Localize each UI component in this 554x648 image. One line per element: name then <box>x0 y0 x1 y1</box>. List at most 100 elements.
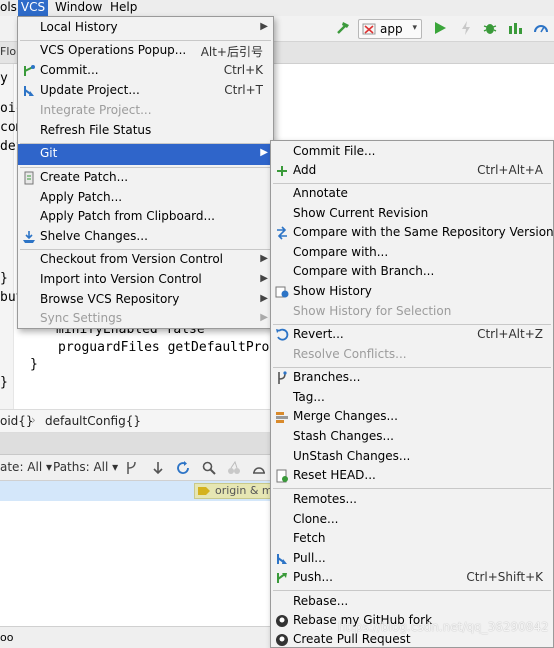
menu-item-show-history-for-selection[interactable]: Show History for Selection <box>271 302 553 322</box>
submenu-arrow-icon: ▶ <box>260 293 268 304</box>
menu-item-push[interactable]: Push... Ctrl+Shift+K <box>271 568 553 588</box>
menu-item-sync-settings[interactable]: Sync Settings ▶ <box>18 309 273 329</box>
menu-item-label: Compare with Branch... <box>293 264 435 278</box>
menu-item-local-history[interactable]: Local History ▶ <box>18 18 273 38</box>
menu-item-label: Browse VCS Repository <box>40 292 180 306</box>
menu-item-label: Remotes... <box>293 492 357 506</box>
menu-item-pull[interactable]: Pull... <box>271 549 553 569</box>
run-icon[interactable] <box>432 20 448 36</box>
menu-item-shelve-changes[interactable]: Shelve Changes... <box>18 227 273 247</box>
menu-item-label: Revert... <box>293 327 344 341</box>
menu-item-compare-with[interactable]: Compare with... <box>271 243 553 263</box>
vcs-menu: Local History ▶ VCS Operations Popup... … <box>17 16 274 329</box>
menu-item-vcs-operations-popup[interactable]: VCS Operations Popup... Alt+后引号 <box>18 41 273 61</box>
menu-item-show-current-revision[interactable]: Show Current Revision <box>271 204 553 224</box>
run-configuration-select[interactable]: app ▾ <box>358 19 422 39</box>
merge-icon <box>276 412 288 423</box>
reset-head-icon <box>276 469 288 483</box>
menu-item-show-history[interactable]: Show History <box>271 282 553 302</box>
menu-item-checkout-from-vcs[interactable]: Checkout from Version Control ▶ <box>18 250 273 270</box>
menu-item-apply-patch[interactable]: Apply Patch... <box>18 188 273 208</box>
submenu-arrow-icon: ▶ <box>260 312 268 323</box>
branch-graph-icon[interactable] <box>124 460 140 476</box>
menu-item-label: Annotate <box>293 186 348 200</box>
paths-filter[interactable]: Paths: All ▾ <box>53 460 118 474</box>
revert-icon <box>276 328 289 341</box>
menu-item-label: Compare with... <box>293 245 389 259</box>
menu-window[interactable]: Window <box>55 0 102 16</box>
menu-item-shortcut: Ctrl+Alt+A <box>477 163 543 177</box>
menu-item-compare-same-repo-version[interactable]: Compare with the Same Repository Version <box>271 223 554 243</box>
menu-item-import-into-vcs[interactable]: Import into Version Control ▶ <box>18 270 273 290</box>
menu-item-refresh-file-status[interactable]: Refresh File Status <box>18 121 273 141</box>
menu-item-compare-with-branch[interactable]: Compare with Branch... <box>271 262 553 282</box>
cherry-pick-icon[interactable] <box>226 460 242 476</box>
menu-separator <box>273 590 551 591</box>
submenu-arrow-icon: ▶ <box>260 147 268 158</box>
build-hammer-icon[interactable] <box>335 20 351 36</box>
menu-bar: ols VCS Window Help <box>0 0 554 16</box>
menu-item-label: Rebase... <box>293 594 349 608</box>
menu-item-unstash-changes[interactable]: UnStash Changes... <box>271 447 553 467</box>
menu-help[interactable]: Help <box>110 0 137 16</box>
menu-item-integrate-project[interactable]: Integrate Project... <box>18 101 273 121</box>
menu-item-label: Show History <box>293 284 372 298</box>
menu-item-label: Sync Settings <box>40 311 122 325</box>
menu-vcs[interactable]: VCS <box>18 0 48 16</box>
menu-item-update-project[interactable]: Update Project... Ctrl+T <box>18 81 273 101</box>
menu-item-merge-changes[interactable]: Merge Changes... <box>271 407 553 427</box>
menu-item-shortcut: Ctrl+K <box>223 63 263 77</box>
menu-item-commit[interactable]: Commit... Ctrl+K <box>18 61 273 81</box>
menu-item-label: Pull... <box>293 551 326 565</box>
menu-item-fetch[interactable]: Fetch <box>271 529 553 549</box>
menu-item-label: VCS Operations Popup... <box>40 43 187 57</box>
status-text: oo <box>0 631 14 644</box>
code-line-proguard: proguardFiles getDefaultProg <box>58 340 278 355</box>
date-filter[interactable]: ate: All ▾ <box>0 460 52 474</box>
patch-file-icon <box>24 171 34 185</box>
menu-item-resolve-conflicts[interactable]: Resolve Conflicts... <box>271 345 553 365</box>
shelve-icon <box>23 231 35 243</box>
arrow-down-icon[interactable] <box>150 460 166 476</box>
menu-item-commit-file[interactable]: Commit File... <box>271 142 553 162</box>
menu-item-label: Show Current Revision <box>293 206 429 220</box>
menu-item-browse-vcs-repository[interactable]: Browse VCS Repository ▶ <box>18 290 273 310</box>
menu-item-remotes[interactable]: Remotes... <box>271 490 553 510</box>
tab-flo[interactable]: Flo <box>0 45 16 58</box>
menu-item-annotate[interactable]: Annotate <box>271 184 553 204</box>
branches-icon <box>278 371 287 384</box>
menu-item-label: Update Project... <box>40 83 140 97</box>
refresh-icon[interactable] <box>175 460 191 476</box>
breadcrumb-item[interactable]: defaultConfig{} <box>45 414 141 428</box>
menu-item-add[interactable]: Add Ctrl+Alt+A <box>271 161 553 181</box>
menu-item-label: Merge Changes... <box>293 409 398 423</box>
github-icon <box>276 615 288 627</box>
menu-item-label: Apply Patch from Clipboard... <box>40 209 215 223</box>
menu-item-revert[interactable]: Revert... Ctrl+Alt+Z <box>271 325 553 345</box>
menu-item-label: Add <box>293 163 317 177</box>
menu-tools[interactable]: ols <box>0 0 17 16</box>
branch-label-text: origin & m <box>215 484 273 497</box>
menu-item-label: Apply Patch... <box>40 190 123 204</box>
menu-item-branches[interactable]: Branches... <box>271 368 553 388</box>
menu-item-git[interactable]: Git ▶ <box>18 144 273 165</box>
menu-item-label: Git <box>40 146 58 160</box>
menu-item-rebase[interactable]: Rebase... <box>271 592 553 612</box>
breadcrumb-item[interactable]: oid{} <box>0 414 34 428</box>
code-line-brace: } <box>30 357 38 372</box>
apply-changes-icon[interactable] <box>458 20 474 36</box>
menu-item-label: Refresh File Status <box>40 123 152 137</box>
menu-item-create-patch[interactable]: Create Patch... <box>18 168 273 188</box>
menu-item-clone[interactable]: Clone... <box>271 510 553 530</box>
intellisort-icon[interactable] <box>251 460 267 476</box>
profiler-gauge-icon[interactable] <box>533 20 549 36</box>
submenu-arrow-icon: ▶ <box>260 253 268 264</box>
menu-item-tag[interactable]: Tag... <box>271 388 553 408</box>
debug-bug-icon[interactable] <box>482 20 498 36</box>
menu-item-stash-changes[interactable]: Stash Changes... <box>271 427 553 447</box>
search-icon[interactable] <box>201 460 217 476</box>
attach-debugger-icon[interactable] <box>507 20 523 36</box>
chevron-down-icon: ▾ <box>412 23 417 33</box>
menu-item-apply-patch-from-clipboard[interactable]: Apply Patch from Clipboard... <box>18 207 273 227</box>
menu-item-reset-head[interactable]: Reset HEAD... <box>271 466 553 486</box>
